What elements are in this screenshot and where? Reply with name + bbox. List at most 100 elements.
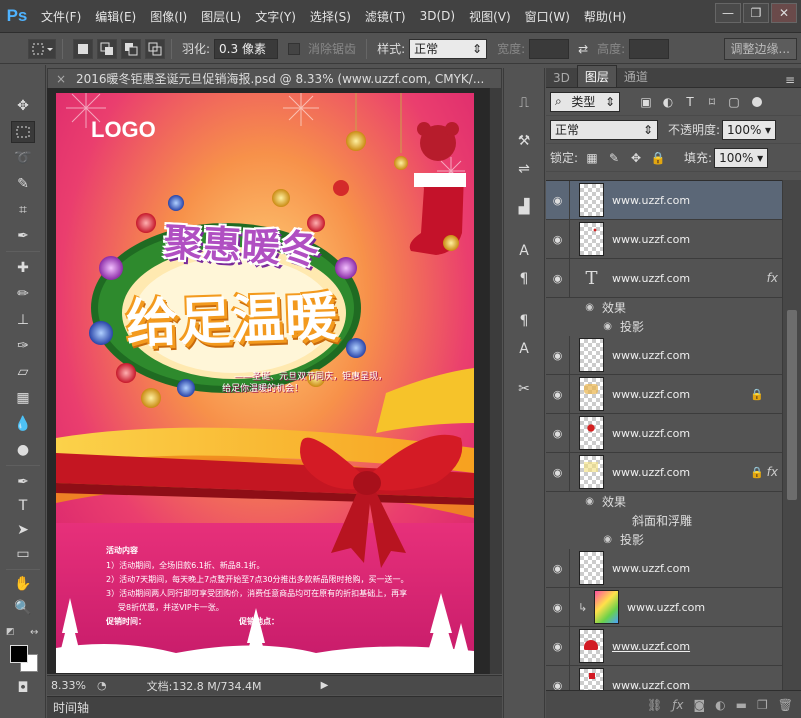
fill-input[interactable]: 100% ▾ [714, 147, 769, 168]
layer-name[interactable]: www.uzzf.com [612, 194, 690, 207]
gradient-tool-icon[interactable]: ▦ [11, 387, 35, 409]
marquee-tool-icon[interactable] [11, 121, 35, 143]
effect-eye-icon[interactable]: ◉ [546, 496, 594, 507]
pen-tool-icon[interactable]: ✒ [11, 471, 35, 493]
intersect-selection-button[interactable] [145, 38, 165, 59]
shape-filter-icon[interactable]: ⌑ [704, 94, 720, 110]
menu-select[interactable]: 选择(S) [303, 8, 358, 25]
history-panel-icon[interactable]: ⎍ [513, 92, 535, 114]
swap-icon[interactable]: ⇄ [573, 39, 593, 59]
poster-canvas[interactable]: LOGO 聚惠暖冬 给足温暖 ——圣诞、元旦双节同庆，钜惠呈现， 给足你温暖的机… [56, 93, 474, 673]
layer-row[interactable]: ◉ www.uzzf.com [546, 665, 782, 691]
layer-name[interactable]: www.uzzf.com [612, 562, 690, 575]
paragraph-styles-icon[interactable]: ¶ [513, 310, 535, 332]
hand-tool-icon[interactable]: ✋ [11, 573, 35, 595]
layers-scrollbar[interactable] [782, 180, 801, 690]
layer-row[interactable]: ◉ www.uzzf.com [546, 548, 782, 588]
layer-name[interactable]: www.uzzf.com [612, 272, 690, 285]
layer-row[interactable]: ◉ www.uzzf.com [546, 413, 782, 453]
menu-file[interactable]: 文件(F) [34, 8, 88, 25]
layer-row[interactable]: ◉ www.uzzf.com 🔒 [546, 374, 782, 414]
layer-row[interactable]: ◉ www.uzzf.com [546, 626, 782, 666]
visibility-eye-icon[interactable]: ◉ [546, 548, 570, 588]
zoom-tool-icon[interactable]: 🔍 [11, 597, 35, 619]
tab-channels[interactable]: 通道 [617, 66, 655, 87]
layer-row[interactable]: ◉ www.uzzf.com [546, 219, 782, 259]
menu-window[interactable]: 窗口(W) [518, 8, 577, 25]
visibility-eye-icon[interactable]: ◉ [546, 181, 570, 220]
visibility-eye-icon[interactable]: ◉ [546, 219, 570, 259]
adjustments-icon[interactable]: ⇌ [513, 158, 535, 180]
tab-layers[interactable]: 图层 [576, 65, 617, 87]
antialias-checkbox[interactable] [288, 42, 301, 55]
new-group-icon[interactable]: ▬ [736, 698, 747, 712]
layer-row[interactable]: ◉ www.uzzf.com 🔒 fx [546, 452, 782, 492]
layer-name[interactable]: www.uzzf.com [612, 679, 690, 691]
new-layer-icon[interactable]: ❐ [757, 698, 768, 712]
brush-tool-icon[interactable]: ✏ [11, 283, 35, 305]
character-panel-icon[interactable]: A [513, 240, 535, 262]
lock-transparent-icon[interactable]: ▦ [584, 150, 600, 166]
document-tab[interactable]: × 2016暖冬钜惠圣诞元旦促销海报.psd @ 8.33% (www.uzzf… [47, 68, 502, 88]
scrollbar-thumb[interactable] [787, 310, 797, 500]
style-select[interactable]: 正常 ⇕ [409, 38, 488, 59]
foreground-color-swatch[interactable] [10, 645, 28, 663]
timeline-tab[interactable]: 时间轴 [47, 696, 502, 718]
restore-button[interactable]: ❐ [743, 3, 769, 23]
visibility-eye-icon[interactable]: ◉ [546, 335, 570, 375]
path-select-tool-icon[interactable]: ➤ [11, 519, 35, 541]
link-layers-icon[interactable]: ⛓ [647, 698, 662, 712]
delete-layer-icon[interactable]: 🗑 [778, 698, 793, 712]
add-style-icon[interactable]: ƒx [672, 698, 683, 712]
effect-eye-icon[interactable]: ◉ [546, 321, 612, 332]
lock-pixels-icon[interactable]: ✎ [606, 150, 622, 166]
smart-object-filter-icon[interactable]: ▢ [726, 94, 742, 110]
marquee-preset-picker[interactable] [28, 38, 56, 59]
layer-row[interactable]: ◉ T www.uzzf.com fx [546, 258, 782, 298]
pixel-filter-icon[interactable]: ▣ [638, 94, 654, 110]
lock-position-icon[interactable]: ✥ [628, 150, 644, 166]
menu-type[interactable]: 文字(Y) [248, 8, 303, 25]
type-filter-icon[interactable]: T [682, 94, 698, 110]
feather-input[interactable]: 0.3 像素 [214, 38, 279, 59]
blend-mode-select[interactable]: 正常 ⇕ [550, 119, 658, 140]
minimize-button[interactable]: — [715, 3, 741, 23]
close-document-icon[interactable]: × [56, 72, 72, 86]
move-tool-icon[interactable]: ✥ [11, 95, 35, 117]
new-adjustment-icon[interactable]: ◐ [715, 698, 725, 712]
tool-presets-icon[interactable]: ⚒ [513, 130, 535, 152]
rectangle-tool-icon[interactable]: ▭ [11, 543, 35, 565]
status-menu-arrow-icon[interactable]: ▶ [321, 680, 329, 691]
close-button[interactable]: ✕ [771, 3, 797, 23]
adjustment-filter-icon[interactable]: ◐ [660, 94, 676, 110]
add-selection-button[interactable] [97, 38, 117, 59]
menu-image[interactable]: 图像(I) [143, 8, 194, 25]
eyedropper-tool-icon[interactable]: ✒ [11, 225, 35, 247]
menu-layer[interactable]: 图层(L) [194, 8, 248, 25]
menu-edit[interactable]: 编辑(E) [88, 8, 143, 25]
effect-eye-icon[interactable]: ◉ [546, 534, 612, 545]
layer-name[interactable]: www.uzzf.com [612, 388, 690, 401]
zoom-level[interactable]: 8.33% [47, 679, 97, 692]
stamp-tool-icon[interactable]: ⊥ [11, 309, 35, 331]
width-input[interactable] [529, 38, 570, 59]
layer-name[interactable]: www.uzzf.com [627, 601, 705, 614]
status-preview-icon[interactable]: ◔ [97, 679, 107, 692]
menu-3d[interactable]: 3D(D) [413, 9, 462, 23]
filter-toggle-icon[interactable] [752, 96, 762, 107]
visibility-eye-icon[interactable]: ◉ [546, 413, 570, 453]
dodge-tool-icon[interactable]: ● [11, 439, 35, 461]
swap-colors-icon[interactable]: ↔ [30, 627, 38, 638]
height-input[interactable] [629, 38, 670, 59]
default-colors-icon[interactable]: ◩ [6, 627, 15, 637]
lasso-tool-icon[interactable]: ➰ [11, 147, 35, 169]
quick-select-tool-icon[interactable]: ✎ [11, 173, 35, 195]
fx-icon[interactable]: fx [767, 271, 778, 285]
visibility-eye-icon[interactable]: ◉ [546, 626, 570, 666]
visibility-eye-icon[interactable]: ◉ [546, 374, 570, 414]
opacity-input[interactable]: 100% ▾ [722, 119, 777, 140]
refine-edge-button[interactable]: 调整边缘... [723, 37, 797, 60]
layer-name[interactable]: www.uzzf.com [612, 233, 690, 246]
layer-name[interactable]: www.uzzf.com [612, 640, 690, 653]
character-styles-icon[interactable]: A [513, 338, 535, 360]
